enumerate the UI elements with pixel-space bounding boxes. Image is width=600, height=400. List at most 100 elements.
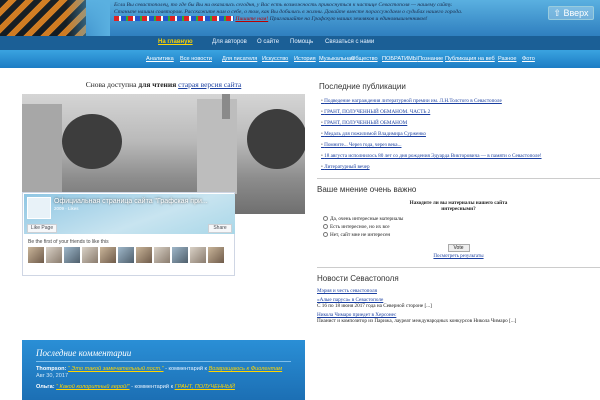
cat-music[interactable]: Музыкальная (319, 56, 354, 62)
scroll-up-button[interactable]: ⇧ Вверх (548, 6, 594, 20)
news-text: Пианист и композитор из Парижа, лауреат … (317, 318, 517, 324)
recent-publications-list: Подведение награждения литературной прем… (317, 98, 600, 170)
comment-middle: - комментарий к (165, 366, 207, 372)
comment-post-link[interactable]: ГРАНТ, ПОЛУЧЕННЫЙ (175, 384, 235, 390)
poll-option[interactable]: Нет, сайт мне не интересен (323, 232, 600, 238)
avatar[interactable] (208, 247, 224, 263)
fb-page-title[interactable]: Официальная страница сайта "Графская при… (54, 198, 208, 205)
photo-building-right (197, 99, 237, 194)
publication-link[interactable]: Подведение награждения литературной прем… (321, 98, 600, 104)
comment-date: Авг 30, 2017 (36, 373, 69, 379)
language-flags[interactable] (114, 16, 234, 22)
avatar[interactable] (46, 247, 62, 263)
recent-publications-title: Последние публикации (319, 82, 406, 91)
avatar[interactable] (82, 247, 98, 263)
news-item: Мэрия и честь севастополя (317, 288, 600, 294)
avatar[interactable] (172, 247, 188, 263)
photo-tree-left (62, 114, 122, 169)
cat-analytics[interactable]: Аналитика (146, 56, 174, 62)
poll-option-label: Да, очень интересные материалы (330, 216, 404, 222)
avatar[interactable] (154, 247, 170, 263)
publication-link[interactable]: Медаль для пожилимой Владимира Сурженко (321, 131, 600, 137)
publication-link[interactable]: Литературный вечер (321, 164, 600, 170)
fb-cover-image: Официальная страница сайта "Графская при… (24, 194, 235, 234)
poll-option[interactable]: Есть интересное, но их все (323, 224, 600, 230)
comment-author: Thompson: (36, 366, 67, 372)
news-text: С 16 по 18 июня 2017 года на Северной ст… (317, 303, 432, 309)
cat-misc[interactable]: Разное (498, 56, 516, 62)
publication-link[interactable]: 18 августа исполнилось 80 лет со дня рож… (321, 153, 600, 159)
cat-twin-cities[interactable]: ПОБРАТИМЫ (382, 56, 418, 62)
radio-icon[interactable] (323, 232, 328, 238)
avatar[interactable] (64, 247, 80, 263)
nav-about[interactable]: О сайте (257, 39, 279, 45)
fb-friends-text: Be the first of your friends to like thi… (28, 239, 109, 245)
comment-item: Thompson: “ Это такой замечательный пост… (36, 366, 291, 380)
old-version-link[interactable]: старая версия сайта (178, 80, 241, 89)
category-nav: Аналитика Все новости Для писателя Искус… (0, 50, 600, 68)
fb-like-page-button[interactable]: Like Page (27, 224, 57, 233)
comment-author: Ольга: (36, 384, 55, 390)
poll-option[interactable]: Да, очень интересные материалы (323, 216, 600, 222)
photo-tree-right (247, 109, 305, 169)
news-item: «Алые паруса» в Севастополе С 16 по 18 и… (317, 297, 600, 309)
radio-icon[interactable] (323, 216, 328, 222)
poll-option-label: Есть интересное, но их все (330, 224, 390, 230)
comment-middle: - комментарий к (131, 384, 174, 390)
intro-text: Если Вы севастополец, то где бы Вы ни ок… (114, 2, 474, 23)
comment-quote[interactable]: “ Это такой замечательный пост.” (68, 366, 164, 372)
nav-help[interactable]: Помощь (290, 39, 313, 45)
cat-society[interactable]: Общество (351, 56, 378, 62)
site-header: Если Вы севастополец, то где бы Вы ни ок… (0, 0, 600, 36)
photo-building-left (22, 104, 62, 194)
main-nav: На главную Для авторов О сайте Помощь Св… (0, 36, 600, 50)
cat-photo[interactable]: Фото (522, 56, 535, 62)
avatar[interactable] (118, 247, 134, 263)
avatar[interactable] (28, 247, 44, 263)
notice-bold: для чтения (138, 80, 177, 89)
cat-art[interactable]: Искусство (262, 56, 288, 62)
avatar[interactable] (100, 247, 116, 263)
fb-friend-faces (28, 247, 224, 263)
main-content: Снова доступна для чтения старая версия … (22, 74, 305, 276)
nav-contact[interactable]: Связаться с нами (325, 39, 374, 45)
cat-all-news[interactable]: Все новости (180, 56, 212, 62)
avatar[interactable] (136, 247, 152, 263)
radio-icon[interactable] (323, 224, 328, 230)
poll-title: Ваше мнение очень важно (317, 178, 600, 196)
comment-post-link[interactable]: Возвращаюсь к Фиолентам (209, 366, 283, 372)
ribbon-fade (0, 0, 110, 36)
cat-web-publication[interactable]: Публикация на веб (445, 56, 495, 62)
notice-prefix: Снова доступна (85, 80, 137, 89)
news-title: Новости Севастополя (317, 267, 600, 285)
nav-for-authors[interactable]: Для авторов (212, 39, 247, 45)
news-item: Никола Чимаро приедет в Херсонес Пианист… (317, 312, 600, 324)
poll-results-link[interactable]: Посмотреть результаты (317, 254, 600, 259)
photo-tower (222, 94, 230, 119)
intro-body: Если Вы севастополец, то где бы Вы ни ок… (114, 2, 463, 15)
publication-link[interactable]: ГРАНТ, ПОЛУЧЕННЫЙ ОБМАНОМ (321, 120, 600, 126)
cat-knowledge[interactable]: Познание (418, 56, 443, 62)
intro-tail: Приглашайте на Графскую наших земляков и… (269, 16, 428, 22)
poll-option-label: Нет, сайт мне не интересен (330, 232, 391, 238)
write-to-us-link[interactable]: Пишите нам! (235, 16, 268, 22)
old-version-notice: Снова доступна для чтения старая версия … (22, 80, 305, 89)
news-link[interactable]: Мэрия и честь севастополя (317, 288, 377, 294)
facebook-page-widget: Официальная страница сайта "Графская при… (22, 192, 235, 276)
comment-item: Ольга: “ Какой колоритный герой!” - комм… (36, 384, 291, 391)
fb-share-button[interactable]: Share (208, 224, 232, 233)
recent-comments-panel: Последние комментарии Thompson: “ Это та… (22, 340, 305, 400)
publication-link[interactable]: ГРАНТ, ПОЛУЧЕННЫЙ ОБМАНОМ. ЧАСТЬ 2 (321, 109, 600, 115)
vote-button[interactable]: Vote (447, 244, 470, 252)
comments-title: Последние комментарии (36, 348, 291, 362)
sidebar: Последние публикации Подведение награжде… (317, 74, 600, 324)
cat-history[interactable]: История (294, 56, 316, 62)
cat-for-writer[interactable]: Для писателя (222, 56, 257, 62)
fb-page-sub: 2009 · Likes (54, 206, 79, 211)
nav-home[interactable]: На главную (158, 39, 193, 45)
avatar[interactable] (190, 247, 206, 263)
poll-question: Находите ли вы материалы нашего сайта ин… (409, 200, 508, 212)
fb-page-logo (27, 197, 51, 219)
publication-link[interactable]: Помните... Через года, через века... (321, 142, 600, 148)
comment-quote[interactable]: “ Какой колоритный герой!” (56, 384, 129, 390)
